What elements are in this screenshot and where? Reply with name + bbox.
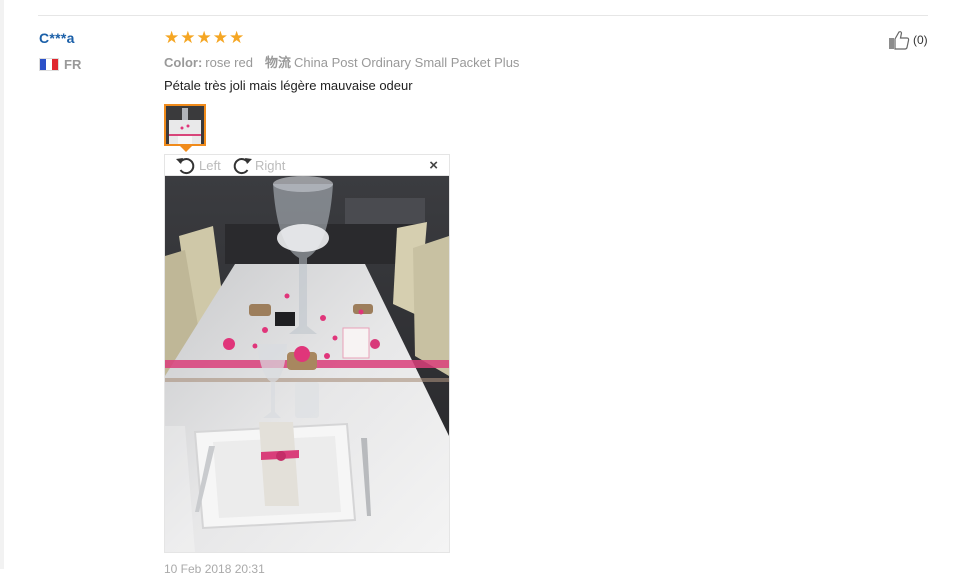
star-icon: ★	[196, 28, 212, 47]
review-date: 10 Feb 2018 20:31	[164, 562, 265, 576]
review-photo-thumbnail[interactable]	[164, 104, 206, 146]
order-info: Color: rose red 物流 China Post Ordinary Smal…	[164, 52, 519, 71]
photo-viewer-toolbar: Left Right ×	[164, 154, 450, 175]
review-text: Pétale très joli mais légère mauvaise od…	[164, 78, 413, 93]
country-code: FR	[64, 56, 82, 72]
thumbnail-selected-indicator	[180, 146, 192, 152]
star-icon: ★	[229, 28, 245, 47]
helpful-button[interactable]: (0)	[888, 30, 928, 50]
color-key: Color:	[164, 55, 203, 70]
review-divider	[38, 15, 928, 16]
reviewer-country: FR	[39, 56, 81, 72]
rotate-right-label: Right	[255, 158, 286, 173]
rotate-right-icon	[233, 157, 252, 174]
rotate-left-button[interactable]: Left	[175, 155, 221, 176]
rotate-left-label: Left	[199, 158, 221, 173]
rotate-right-button[interactable]: Right	[231, 155, 285, 176]
rotate-left-icon	[176, 157, 195, 174]
reviewer-name: C***a	[39, 30, 75, 46]
shipping-value: China Post Ordinary Small Packet Plus	[294, 55, 520, 70]
color-value: rose red	[205, 55, 253, 70]
france-flag-icon	[39, 57, 59, 71]
close-viewer-button[interactable]: ×	[429, 157, 438, 174]
helpful-count: (0)	[913, 33, 928, 47]
review-photo-large	[164, 175, 450, 553]
shipping-key: 物流	[264, 55, 291, 70]
page-left-border	[0, 0, 4, 569]
star-rating: ★ ★ ★ ★ ★	[164, 28, 245, 47]
star-icon: ★	[180, 28, 196, 47]
star-icon: ★	[212, 28, 228, 47]
star-icon: ★	[164, 28, 180, 47]
thumbs-up-icon	[889, 31, 910, 50]
